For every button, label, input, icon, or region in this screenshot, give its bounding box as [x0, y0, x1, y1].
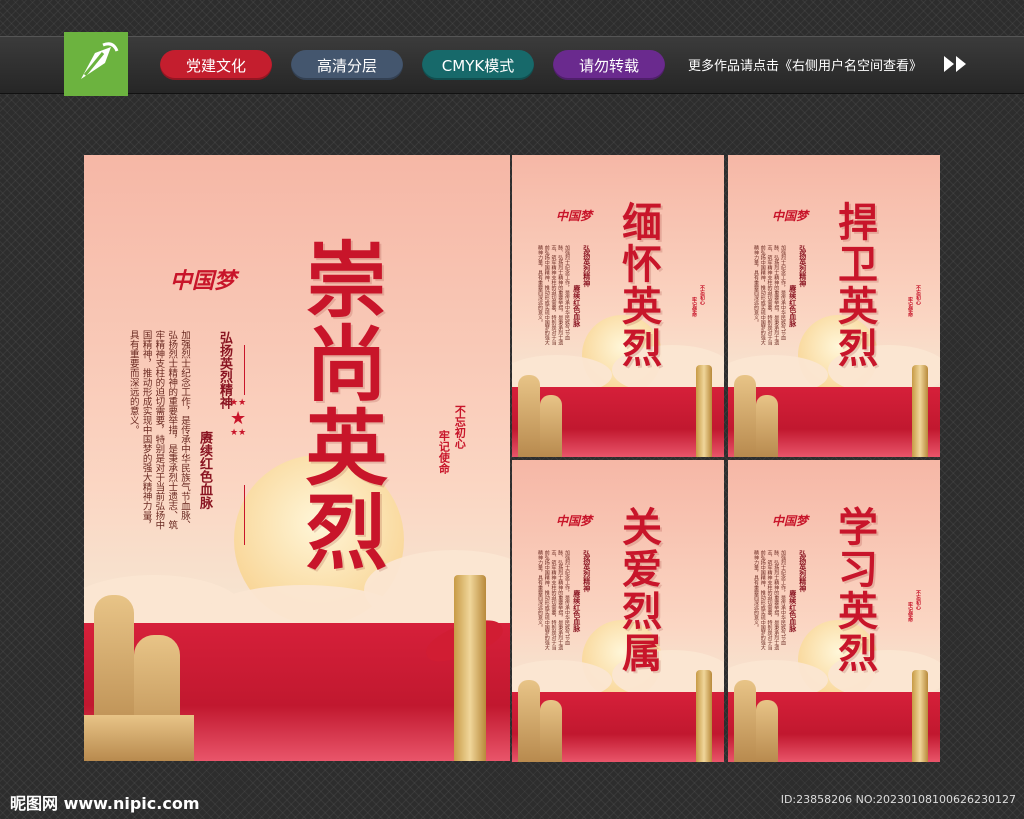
tag-label: CMYK模式	[441, 56, 515, 75]
slogan-1: 不忘初心	[915, 590, 921, 610]
site-watermark: 昵图网 www.nipic.com	[10, 794, 200, 813]
huabiao-pillar	[696, 670, 712, 762]
subtitle-2: 赓续红色血脉	[572, 285, 582, 327]
subtitle-1: 弘扬英烈精神	[798, 550, 808, 592]
slogan-1: 不忘初心	[699, 285, 705, 305]
slogan-2: 牢记使命	[437, 430, 451, 474]
statue-base	[84, 715, 194, 761]
body-text: 加强烈士纪念工作，是传承中华民族气节血脉、弘扬烈士精神的重要举措，是秉承烈士遗志…	[537, 550, 570, 650]
huabiao-pillar	[454, 575, 486, 761]
brand-china-dream: 中国梦	[556, 514, 593, 528]
tag-hd-layers[interactable]: 高清分层	[291, 50, 403, 80]
small-poster-4: 中国梦 学习英烈 弘扬英烈精神 赓续红色血脉 加强烈士纪念工作，是传承中华民族气…	[728, 460, 940, 762]
small-poster-1: 中国梦 缅怀英烈 弘扬英烈精神 赓续红色血脉 加强烈士纪念工作，是传承中华民族气…	[512, 155, 724, 457]
subtitle-1: 弘扬英烈精神	[582, 245, 592, 287]
brand-china-dream: 中国梦	[556, 209, 593, 223]
statue-figure	[734, 680, 756, 762]
poster-title: 学习英烈	[831, 506, 878, 674]
huabiao-pillar	[696, 365, 712, 457]
body-text: 加强烈士纪念工作，是传承中华民族气节血脉、弘扬烈士精神的重要举措，是秉承烈士遗志…	[753, 550, 786, 650]
small-poster-3: 中国梦 关爱烈属 弘扬英烈精神 赓续红色血脉 加强烈士纪念工作，是传承中华民族气…	[512, 460, 724, 762]
main-poster: 中国梦 崇尚英烈 弘扬英烈精神 赓续红色血脉 加强烈士纪念工作，是传承中华民族气…	[84, 155, 510, 761]
poster-title: 关爱烈属	[615, 506, 662, 674]
tag-label: 党建文化	[185, 56, 246, 75]
subtitle-2: 赓续红色血脉	[788, 285, 798, 327]
statue-figure	[756, 395, 778, 457]
tag-label: 高清分层	[316, 56, 377, 75]
tag-party-culture[interactable]: 党建文化	[160, 50, 272, 80]
tag-cmyk[interactable]: CMYK模式	[422, 50, 534, 80]
slogan-2: 牢记使命	[691, 297, 697, 317]
divider-line	[244, 485, 245, 545]
double-arrow-icon[interactable]	[942, 54, 970, 78]
main-title: 崇尚英烈	[291, 237, 387, 573]
slogan-1: 不忘初心	[453, 405, 467, 449]
statue-figure	[540, 700, 562, 762]
huabiao-pillar	[912, 365, 928, 457]
statue-figure	[540, 395, 562, 457]
huabiao-pillar	[912, 670, 928, 762]
more-works-link[interactable]: 更多作品请点击《右侧用户名空间查看》	[688, 55, 922, 74]
slogan-1: 不忘初心	[915, 285, 921, 305]
small-poster-2: 中国梦 捍卫英烈 弘扬英烈精神 赓续红色血脉 加强烈士纪念工作，是传承中华民族气…	[728, 155, 940, 457]
subtitle-1: 弘扬英烈精神	[582, 550, 592, 592]
brand-china-dream: 中国梦	[772, 514, 809, 528]
body-text: 加强烈士纪念工作，是传承中华民族气节血脉、弘扬烈士精神的重要举措，是秉承烈士遗志…	[753, 245, 786, 345]
slogan-2: 牢记使命	[907, 297, 913, 317]
statue-figure	[518, 375, 540, 457]
star-ornament: ★★ ★ ★★	[230, 398, 247, 438]
statue-figure	[518, 680, 540, 762]
brand-china-dream: 中国梦	[772, 209, 809, 223]
slogan-2: 牢记使命	[907, 602, 913, 622]
poster-title: 捍卫英烈	[831, 201, 878, 369]
divider-line	[244, 345, 245, 395]
poster-title: 缅怀英烈	[615, 201, 662, 369]
statue-figure	[756, 700, 778, 762]
body-text: 加强烈士纪念工作，是传承中华民族气节血脉、弘扬烈士精神的重要举措，是秉承烈士遗志…	[537, 245, 570, 345]
subtitle-2: 赓续红色血脉	[572, 590, 582, 632]
subtitle-2: 赓续红色血脉	[788, 590, 798, 632]
subtitle-2: 赓续红色血脉	[197, 431, 212, 509]
tag-label: 请勿转载	[578, 56, 639, 75]
statue-figure	[734, 375, 756, 457]
site-logo[interactable]	[64, 32, 128, 96]
brand-china-dream: 中国梦	[170, 268, 237, 294]
pen-nib-icon	[73, 39, 119, 89]
subtitle-1: 弘扬英烈精神	[798, 245, 808, 287]
tag-no-repost[interactable]: 请勿转载	[553, 50, 665, 80]
image-id: ID:23858206 NO:20230108100626230127	[780, 793, 1016, 806]
body-text: 加强烈士纪念工作，是传承中华民族气节血脉、弘扬烈士精神的重要举措，是秉承烈士遗志…	[127, 330, 190, 530]
